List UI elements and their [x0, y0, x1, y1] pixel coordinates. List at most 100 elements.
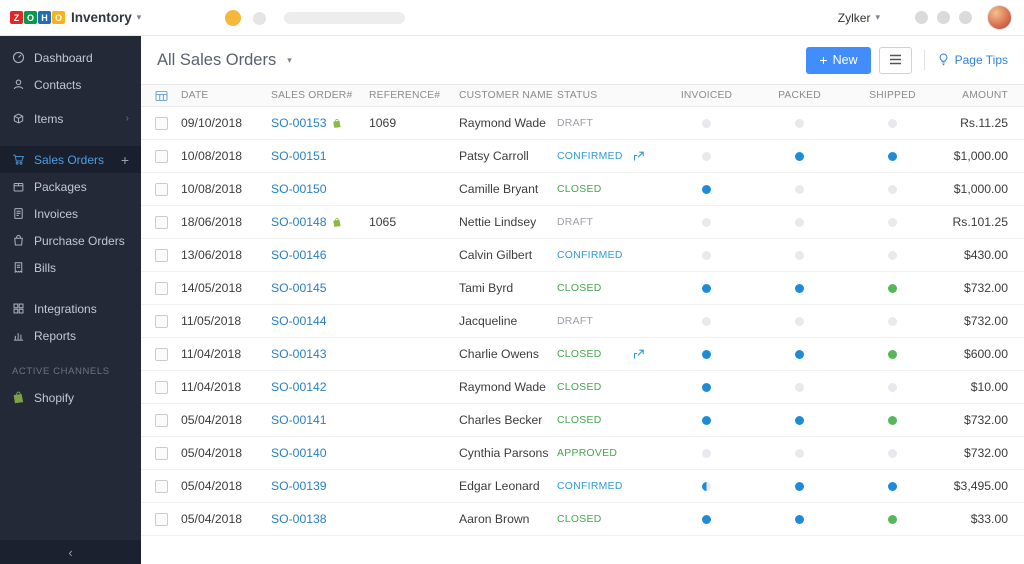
table-row[interactable]: 14/05/2018 SO-00145 Tami Byrd CLOSED $73… [141, 272, 1024, 305]
table-row[interactable]: 13/06/2018 SO-00146 Calvin Gilbert CONFI… [141, 239, 1024, 272]
sales-order-link[interactable]: SO-00148 [271, 215, 327, 229]
sidebar-item-bills[interactable]: Bills [0, 254, 141, 281]
packed-dot [795, 514, 804, 524]
settings-icon[interactable] [959, 11, 972, 24]
column-header-invoiced[interactable]: INVOICED [660, 90, 753, 101]
column-header-status[interactable]: STATUS [557, 90, 660, 101]
zoho-inventory-logo[interactable]: Z O H O Inventory ▾ [10, 10, 141, 25]
column-header-amount[interactable]: AMOUNT [939, 90, 1024, 101]
invoices-icon [12, 207, 25, 220]
recent-activity-icon[interactable] [253, 12, 266, 25]
sales-order-link[interactable]: SO-00142 [271, 380, 327, 394]
table-row[interactable]: 05/04/2018 SO-00139 Edgar Leonard CONFIR… [141, 470, 1024, 503]
sales-order-link[interactable]: SO-00141 [271, 413, 327, 427]
row-checkbox[interactable] [155, 248, 168, 262]
sales-order-link[interactable]: SO-00140 [271, 446, 327, 460]
row-checkbox[interactable] [155, 479, 168, 493]
column-header-sales-order[interactable]: SALES ORDER# [271, 90, 369, 101]
sidebar-item-purchase-orders[interactable]: Purchase Orders [0, 227, 141, 254]
sidebar-item-packages[interactable]: Packages [0, 173, 141, 200]
row-customer: Aaron Brown [459, 512, 530, 526]
sidebar-item-integrations[interactable]: Integrations [0, 295, 141, 322]
sales-order-link[interactable]: SO-00143 [271, 347, 327, 361]
table-row[interactable]: 09/10/2018 SO-00153 1069 Raymond Wade DR… [141, 107, 1024, 140]
sidebar-item-label: Packages [34, 179, 87, 194]
table-body: 09/10/2018 SO-00153 1069 Raymond Wade DR… [141, 107, 1024, 536]
row-checkbox[interactable] [155, 116, 168, 130]
sales-order-link[interactable]: SO-00151 [271, 149, 327, 163]
row-checkbox[interactable] [155, 281, 168, 295]
table-row[interactable]: 10/08/2018 SO-00151 Patsy Carroll CONFIR… [141, 140, 1024, 173]
row-amount: $732.00 [963, 281, 1008, 295]
table-row[interactable]: 05/04/2018 SO-00140 Cynthia Parsons APPR… [141, 437, 1024, 470]
table-row[interactable]: 11/04/2018 SO-00142 Raymond Wade CLOSED … [141, 371, 1024, 404]
new-button[interactable]: + New [806, 46, 871, 74]
sales-order-link[interactable]: SO-00153 [271, 116, 327, 130]
shipped-dot [888, 151, 897, 161]
sales-order-link[interactable]: SO-00144 [271, 314, 327, 328]
sales-order-link[interactable]: SO-00145 [271, 281, 327, 295]
column-header-date[interactable]: DATE [181, 90, 271, 101]
column-header-customer[interactable]: CUSTOMER NAME [459, 90, 557, 101]
row-checkbox[interactable] [155, 182, 168, 196]
user-avatar[interactable] [987, 5, 1012, 30]
list-view-options-button[interactable] [878, 46, 912, 74]
table-row[interactable]: 18/06/2018 SO-00148 1065 Nettie Lindsey … [141, 206, 1024, 239]
table-row[interactable]: 10/08/2018 SO-00150 Camille Bryant CLOSE… [141, 173, 1024, 206]
column-header-shipped[interactable]: SHIPPED [846, 90, 939, 101]
add-sales-order-button[interactable]: + [121, 153, 129, 167]
table-row[interactable]: 11/04/2018 SO-00143 Charlie Owens CLOSED… [141, 338, 1024, 371]
sidebar-item-reports[interactable]: Reports [0, 322, 141, 349]
header-actions: + New Page Tips [806, 46, 1008, 74]
sidebar-item-sales-orders[interactable]: Sales Orders + [0, 146, 141, 173]
row-customer: Raymond Wade [459, 116, 546, 130]
sales-order-link[interactable]: SO-00138 [271, 512, 327, 526]
page-title[interactable]: All Sales Orders ▾ [157, 51, 292, 70]
org-selector[interactable]: Zylker ▾ [838, 11, 880, 25]
row-amount: $3,495.00 [953, 479, 1008, 493]
table-row[interactable]: 05/04/2018 SO-00141 Charles Becker CLOSE… [141, 404, 1024, 437]
table-row[interactable]: 11/05/2018 SO-00144 Jacqueline DRAFT $73… [141, 305, 1024, 338]
row-amount: $1,000.00 [953, 149, 1008, 163]
sidebar-item-invoices[interactable]: Invoices [0, 200, 141, 227]
row-checkbox[interactable] [155, 314, 168, 328]
lightbulb-icon [937, 52, 950, 69]
row-checkbox[interactable] [155, 149, 168, 163]
chevron-right-icon: › [125, 113, 129, 124]
row-checkbox[interactable] [155, 347, 168, 361]
row-checkbox[interactable] [155, 215, 168, 229]
row-checkbox[interactable] [155, 512, 168, 526]
sidebar-item-shopify[interactable]: Shopify [0, 384, 141, 411]
row-checkbox[interactable] [155, 413, 168, 427]
sales-order-link[interactable]: SO-00139 [271, 479, 327, 493]
shipped-dot [888, 514, 897, 524]
share-icon[interactable] [633, 349, 645, 363]
search-bar[interactable] [284, 12, 405, 24]
row-checkbox[interactable] [155, 446, 168, 460]
sidebar-item-contacts[interactable]: Contacts [0, 71, 141, 98]
table-row[interactable]: 05/04/2018 SO-00138 Aaron Brown CLOSED $… [141, 503, 1024, 536]
shipped-dot [888, 415, 897, 425]
column-header-reference[interactable]: REFERENCE# [369, 90, 459, 101]
invoiced-dot [702, 118, 711, 128]
status-badge: DRAFT [557, 117, 594, 129]
feedback-icon[interactable] [225, 10, 241, 26]
row-customer: Charlie Owens [459, 347, 539, 361]
invoiced-dot [702, 448, 711, 458]
sidebar-item-dashboard[interactable]: Dashboard [0, 44, 141, 71]
share-icon[interactable] [633, 151, 645, 165]
invoiced-dot [702, 283, 711, 293]
invoiced-dot [702, 382, 711, 392]
sales-order-link[interactable]: SO-00150 [271, 182, 327, 196]
sales-order-link[interactable]: SO-00146 [271, 248, 327, 262]
referral-icon[interactable] [915, 11, 928, 24]
sidebar-collapse-button[interactable]: ‹ [0, 540, 141, 564]
column-customize-icon[interactable] [155, 90, 181, 102]
status-badge: CONFIRMED [557, 150, 623, 162]
sidebar-item-items[interactable]: Items › [0, 105, 141, 132]
packed-dot [795, 448, 804, 458]
notifications-icon[interactable] [937, 11, 950, 24]
column-header-packed[interactable]: PACKED [753, 90, 846, 101]
page-tips-link[interactable]: Page Tips [937, 52, 1008, 69]
row-checkbox[interactable] [155, 380, 168, 394]
